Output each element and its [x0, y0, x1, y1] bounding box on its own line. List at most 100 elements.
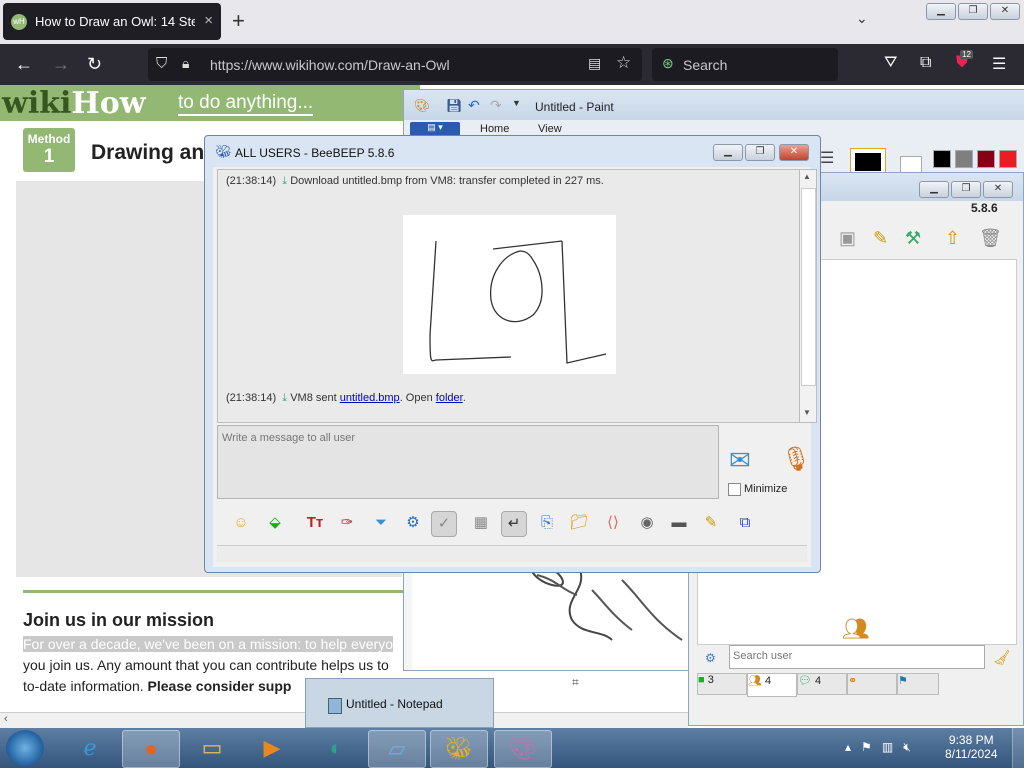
html-code-icon[interactable]: ⟨⟩	[601, 511, 625, 535]
menu-hamburger-icon[interactable]: ☰	[992, 54, 1006, 74]
show-hidden-icons-icon[interactable]: ▴	[845, 740, 851, 754]
chat-close-button[interactable]: ✕	[779, 144, 809, 161]
back-arrow-icon[interactable]: ←	[15, 54, 33, 75]
save-icon[interactable]: 💾︎	[446, 98, 463, 114]
lock-icon[interactable]: 🔒︎	[182, 55, 189, 72]
tab-users[interactable]: 👥︎ 4	[747, 673, 797, 697]
paint-app-icon[interactable]: 🎨︎	[414, 98, 431, 114]
font-icon[interactable]: Tт	[303, 511, 327, 535]
scroll-down-icon[interactable]: ▼	[803, 408, 811, 417]
quick-access-dropdown-icon[interactable]: ▼	[512, 98, 521, 108]
scroll-left-icon[interactable]: ‹	[4, 713, 8, 725]
screenshot-icon[interactable]: ◉	[635, 511, 659, 535]
file-link[interactable]: untitled.bmp	[340, 392, 400, 404]
chat-scrollbar[interactable]: ▲ ▼	[799, 169, 817, 423]
media-player-icon[interactable]: ▶	[244, 730, 300, 766]
color-swatch-red[interactable]	[999, 150, 1017, 168]
folder-link[interactable]: folder	[436, 392, 463, 404]
scroll-thumb[interactable]	[801, 188, 816, 386]
url-text[interactable]: https://www.wikihow.com/Draw-an-Owl	[210, 57, 450, 73]
search-user-input[interactable]: Search user	[729, 645, 985, 669]
network-icon[interactable]: ▥	[882, 740, 893, 754]
message-input[interactable]: Write a message to all user	[217, 425, 719, 499]
color-swatch-darkred[interactable]	[977, 150, 995, 168]
tab-home[interactable]: Home	[480, 123, 509, 135]
window-minimize-button[interactable]: ▁	[926, 3, 956, 20]
expand-green-icon[interactable]: ⬙	[263, 511, 287, 535]
tracking-shield-icon[interactable]: ⛉	[156, 55, 167, 72]
close-tab-icon[interactable]: ×	[204, 12, 213, 29]
notepad-thumbnail-popup[interactable]: Untitled - Notepad	[305, 678, 494, 728]
update-icon[interactable]: ⇧	[945, 228, 960, 249]
settings-gear-icon[interactable]: ⚙	[401, 511, 425, 535]
color-swatch-black[interactable]	[933, 150, 951, 168]
new-tab-button[interactable]: +	[232, 8, 245, 34]
reader-view-icon[interactable]: ▤	[588, 55, 601, 72]
color-swatch-gray[interactable]	[955, 150, 973, 168]
minimize-checkbox[interactable]	[728, 483, 741, 496]
notepad-taskbar-icon[interactable]: ▱	[368, 730, 426, 768]
return-key-icon[interactable]: ↵	[501, 511, 527, 537]
tools-icon[interactable]: ⚒	[905, 228, 921, 249]
file-explorer-icon[interactable]: ▭	[184, 730, 240, 766]
search-settings-icon[interactable]: ⚙	[705, 651, 716, 665]
tab-chats[interactable]: ■ 3	[697, 673, 747, 695]
search-input[interactable]: Search	[683, 57, 727, 73]
system-clock[interactable]: 9:38 PM 8/11/2024	[945, 733, 998, 761]
beebeep-close-button[interactable]: ✕	[983, 181, 1013, 198]
word-complete-icon[interactable]: ▦	[469, 511, 493, 535]
search-bar[interactable]: ⊛	[652, 48, 838, 81]
microphone-icon[interactable]: 🎙︎	[781, 445, 811, 474]
clear-search-icon[interactable]: 🧹︎	[993, 649, 1011, 666]
chat-app-icon[interactable]: ◐	[308, 730, 364, 766]
filter-icon[interactable]: ⏷	[369, 511, 393, 535]
paint-canvas[interactable]	[412, 560, 692, 670]
tab-view[interactable]: View	[538, 123, 562, 135]
tab-shares[interactable]: ⚑	[897, 673, 939, 695]
paint-taskbar-icon[interactable]: 🎨︎	[494, 730, 552, 768]
redo-icon[interactable]: ↷	[490, 97, 502, 114]
beebeep-restore-button[interactable]: ❐	[951, 181, 981, 198]
trash-icon[interactable]: 🗑︎	[979, 228, 1002, 249]
spellcheck-icon[interactable]: ✓	[431, 511, 457, 537]
show-desktop-button[interactable]	[1012, 728, 1024, 768]
detach-chat-icon[interactable]: ⧉	[733, 511, 757, 535]
received-image-preview[interactable]	[403, 215, 616, 374]
internet-explorer-icon[interactable]: ℯ	[62, 730, 118, 766]
chat-log[interactable]: (21:38:14) ⤓ Download untitled.bmp from …	[217, 169, 803, 423]
chat-restore-button[interactable]: ❐	[745, 144, 775, 161]
reload-icon[interactable]: ↻	[87, 54, 102, 75]
action-center-flag-icon[interactable]: ⚑	[861, 740, 872, 754]
window-restore-button[interactable]: ❐	[958, 3, 988, 20]
window-close-button[interactable]: ✕	[990, 3, 1020, 20]
beebeep-minimize-button[interactable]: ▁	[919, 181, 949, 198]
text-color-icon[interactable]: ✑	[335, 511, 359, 535]
list-tabs-chevron-icon[interactable]: ⌄	[856, 10, 868, 27]
send-folder-icon[interactable]: 📁︎	[567, 511, 591, 535]
paint-menu-button[interactable]: ▤ ▾	[410, 122, 460, 136]
start-button[interactable]	[6, 730, 44, 766]
volume-muted-icon[interactable]: 🔇︎	[903, 740, 911, 754]
extensions-icon[interactable]: ⧉	[920, 54, 931, 72]
wikihow-logo[interactable]: wikiHow	[2, 86, 146, 121]
edit-icon[interactable]: ✎	[873, 228, 888, 249]
beebeep-taskbar-icon[interactable]: 🐝︎	[430, 730, 488, 768]
tab-network[interactable]: ⚭	[847, 673, 897, 695]
send-message-icon[interactable]: ✉	[729, 445, 751, 476]
undo-icon[interactable]: ↶	[468, 97, 480, 114]
tab-groups[interactable]: 💬︎ 4	[797, 673, 847, 695]
bookmark-star-icon[interactable]: ☆	[616, 53, 631, 73]
scroll-up-icon[interactable]: ▲	[803, 172, 811, 181]
chat-minimize-button[interactable]: ▁	[713, 144, 743, 161]
send-file-icon[interactable]: ⎘	[535, 511, 559, 535]
browser-tab[interactable]: wH How to Draw an Owl: 14 Steps ×	[3, 3, 221, 40]
forward-arrow-icon[interactable]: →	[52, 54, 70, 75]
size-lines-icon[interactable]: ☰	[820, 148, 834, 168]
firefox-icon[interactable]: ●	[122, 730, 180, 768]
folder-icon[interactable]: ▣	[839, 228, 856, 249]
canvas-resize-icon[interactable]: ⌗	[572, 675, 579, 690]
clear-chat-icon[interactable]: ✎	[699, 511, 723, 535]
emoticon-icon[interactable]: ☺	[229, 511, 253, 535]
pocket-icon[interactable]: ⛛	[884, 54, 897, 72]
save-chat-icon[interactable]: ▬	[667, 511, 691, 535]
